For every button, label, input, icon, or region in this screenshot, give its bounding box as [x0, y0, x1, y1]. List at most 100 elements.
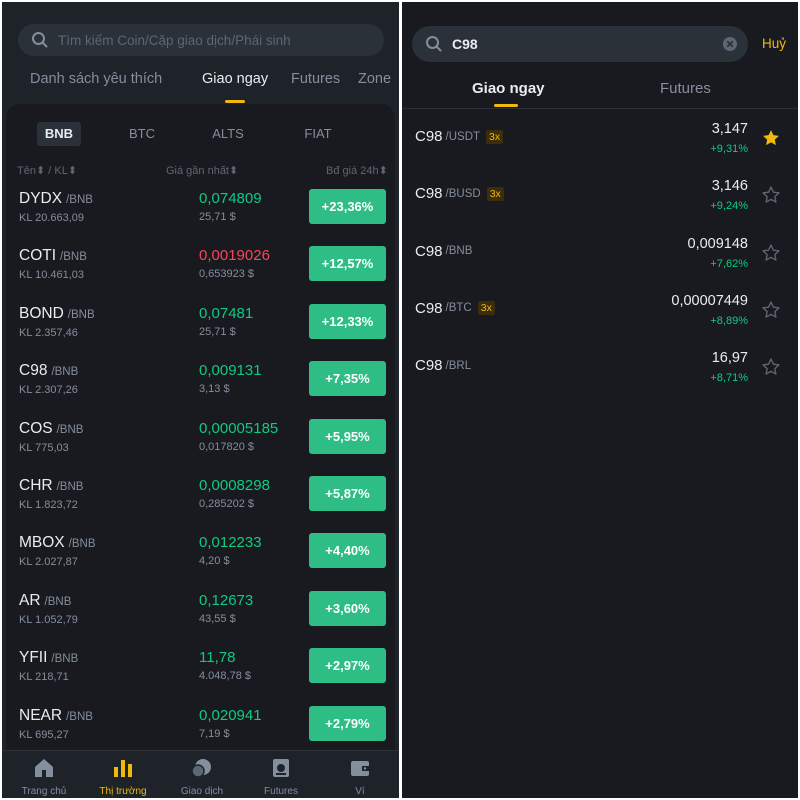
quote-asset: /BUSD — [445, 187, 481, 200]
clear-icon[interactable] — [722, 36, 738, 52]
base-asset: NEAR — [19, 706, 63, 724]
change-percent: +9,31% — [710, 143, 748, 155]
star-outline-icon[interactable] — [761, 185, 781, 205]
list-item[interactable]: C98/USDT 3x 3,147 +9,31% — [402, 118, 798, 175]
volume: KL 2.027,87 — [19, 556, 78, 569]
quote-asset: /USDT — [445, 130, 481, 143]
tab-spot[interactable]: Giao ngay — [202, 71, 268, 87]
sort-by-change[interactable]: Bđ giá 24h⬍ — [326, 164, 388, 177]
market-tabs: Danh sách yêu thích Giao ngay Futures Zo… — [2, 66, 399, 103]
last-price: 0,074809 — [199, 190, 262, 207]
volume: KL 1.823,72 — [19, 499, 78, 511]
list-item[interactable]: C98/BTC 3x 0,00007449 +8,89% — [402, 290, 798, 347]
quote-asset: /BNB — [60, 251, 87, 264]
pair-name: AR/BNB — [19, 592, 71, 610]
last-price: 0,0019026 — [199, 247, 270, 265]
tab-zone[interactable]: Zone — [358, 71, 391, 87]
quote-tab-alts[interactable]: ALTS — [206, 122, 250, 146]
search-input[interactable]: Tìm kiếm Coin/Cặp giao dịch/Phái sinh — [18, 24, 384, 56]
change-badge[interactable]: +2,97% — [309, 648, 386, 684]
pair-name: C98/BTC 3x — [415, 300, 495, 317]
table-row[interactable]: C98/BNB KL 2.307,26 0,009131 3,13 $ +7,35% — [6, 358, 395, 415]
star-outline-icon[interactable] — [761, 243, 781, 263]
last-price: 3,146 — [711, 178, 748, 195]
table-row[interactable]: COTI/BNB KL 10.461,03 0,0019026 0,653923 $ +… — [6, 243, 395, 300]
market-list: BNB BTC ALTS FIAT Tên⬍ / KL⬍ Giá gần nhấ… — [6, 104, 395, 764]
change-badge[interactable]: +3,60% — [309, 590, 386, 626]
last-price: 0,020941 — [199, 706, 262, 724]
search-input[interactable]: C98 — [412, 26, 748, 62]
table-row[interactable]: MBOX/BNB KL 2.027,87 0,012233 4,20 $ +4,40% — [6, 530, 395, 587]
table-row[interactable]: AR/BNB KL 1.052,79 0,12673 43,55 $ +3,60% — [6, 588, 395, 645]
base-asset: C98 — [415, 128, 443, 145]
nav-markets[interactable]: Thị trường — [83, 755, 163, 798]
sort-by-price[interactable]: Giá gần nhất⬍ — [166, 164, 238, 177]
pair-name: YFII/BNB — [19, 649, 78, 667]
last-price: 0,00007449 — [671, 292, 748, 309]
table-row[interactable]: YFII/BNB KL 218,71 11,78 4.048,78 $ +2,97% — [6, 645, 395, 702]
sort-by-name[interactable]: Tên⬍ / KL⬍ — [17, 164, 77, 177]
volume: KL 1.052,79 — [19, 613, 78, 626]
last-price: 0,012233 — [199, 534, 262, 552]
change-badge[interactable]: +23,36% — [309, 189, 386, 224]
star-filled-icon[interactable] — [761, 128, 781, 148]
last-price: 0,12673 — [199, 591, 254, 609]
last-price: 0,07481 — [199, 304, 254, 322]
quote-tab-btc[interactable]: BTC — [122, 122, 162, 146]
change-badge[interactable]: +12,33% — [309, 303, 386, 339]
cancel-button[interactable]: Huỷ — [762, 36, 786, 51]
leverage-badge: 3x — [486, 186, 504, 201]
nav-futures[interactable]: Futures — [241, 755, 321, 798]
change-percent: +9,24% — [710, 200, 748, 213]
star-outline-icon[interactable] — [761, 357, 781, 377]
last-price: 0,0008298 — [199, 477, 270, 494]
table-row[interactable]: COS/BNB KL 775,03 0,00005185 0,017820 $ +5,9… — [6, 416, 395, 473]
pair-name: COTI/BNB — [19, 247, 87, 265]
usd-price: 0,653923 $ — [199, 268, 255, 281]
quote-tab-bnb[interactable]: BNB — [37, 122, 81, 146]
last-price: 11,78 — [199, 649, 236, 667]
active-tab-indicator — [494, 104, 518, 107]
usd-price: 0,285202 $ — [199, 498, 255, 510]
change-badge[interactable]: +12,57% — [309, 246, 386, 282]
change-badge[interactable]: +7,35% — [309, 361, 386, 397]
list-item[interactable]: C98/BUSD 3x 3,146 +9,24% — [402, 175, 798, 232]
base-asset: BOND — [19, 304, 64, 322]
nav-trade[interactable]: Giao dịch — [162, 755, 242, 798]
change-badge[interactable]: +4,40% — [309, 533, 386, 569]
volume: KL 775,03 — [19, 441, 69, 454]
last-price: 0,009148 — [687, 235, 748, 252]
column-headers: Tên⬍ / KL⬍ Giá gần nhất⬍ Bđ giá 24h⬍ — [6, 162, 395, 178]
leverage-badge: 3x — [477, 301, 495, 316]
base-asset: C98 — [415, 299, 443, 317]
table-row[interactable]: BOND/BNB KL 2.357,46 0,07481 25,71 $ +12,33% — [6, 301, 395, 358]
base-asset: DYDX — [19, 190, 63, 207]
list-item[interactable]: C98/BNB 0,009148 +7,62% — [402, 233, 798, 290]
change-badge[interactable]: +5,95% — [309, 418, 386, 454]
last-price: 3,147 — [711, 121, 748, 137]
usd-price: 4,20 $ — [199, 555, 230, 568]
tab-futures[interactable]: Futures — [660, 80, 711, 97]
tab-spot[interactable]: Giao ngay — [472, 80, 545, 97]
search-result-tabs: Giao ngay Futures — [402, 76, 798, 108]
table-row[interactable]: DYDX/BNB KL 20.663,09 0,074809 25,71 $ +23,3… — [6, 186, 395, 243]
change-badge[interactable]: +2,79% — [309, 705, 386, 741]
star-outline-icon[interactable] — [761, 300, 781, 320]
change-badge[interactable]: +5,87% — [309, 476, 386, 511]
nav-wallet[interactable]: Ví — [320, 755, 399, 798]
pair-name: NEAR/BNB — [19, 707, 93, 725]
usd-price: 7,19 $ — [199, 727, 230, 740]
quote-tab-fiat[interactable]: FIAT — [296, 122, 340, 146]
base-asset: COS — [19, 419, 53, 437]
tab-futures[interactable]: Futures — [291, 71, 340, 87]
table-row[interactable]: CHR/BNB KL 1.823,72 0,0008298 0,285202 $ +5,… — [6, 473, 395, 530]
volume: KL 2.357,46 — [19, 326, 78, 339]
usd-price: 25,71 $ — [199, 211, 236, 223]
list-item[interactable]: C98/BRL 16,97 +8,71% — [402, 347, 798, 404]
nav-home[interactable]: Trang chủ — [4, 755, 84, 798]
pair-name: COS/BNB — [19, 420, 83, 438]
pair-name: C98/BNB — [19, 362, 78, 380]
quote-asset: /BNB — [44, 595, 72, 608]
tab-favorites[interactable]: Danh sách yêu thích — [30, 71, 162, 87]
usd-price: 3,13 $ — [199, 383, 230, 396]
